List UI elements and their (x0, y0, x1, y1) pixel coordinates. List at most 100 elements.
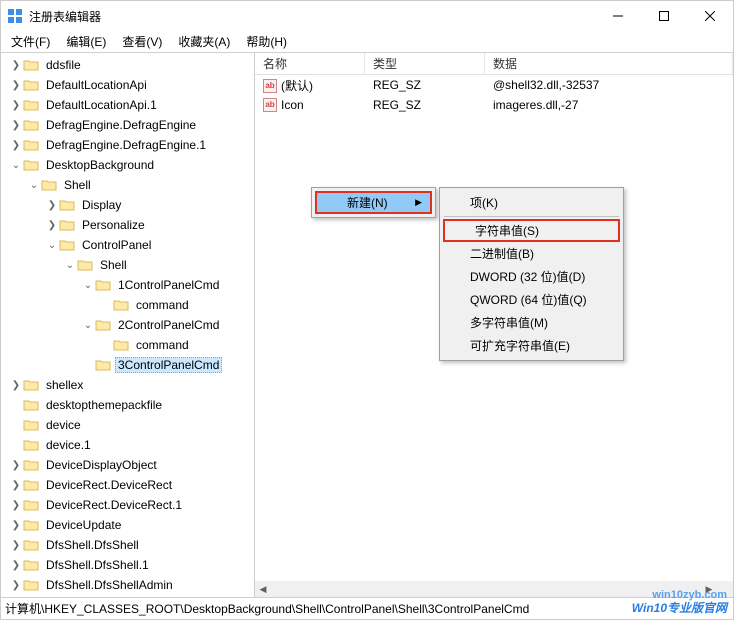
cm-dword[interactable]: DWORD (32 位)值(D) (440, 265, 623, 288)
cm-string[interactable]: 字符串值(S) (443, 219, 620, 242)
tree-node[interactable]: 3ControlPanelCmd (1, 355, 254, 375)
value-name: Icon (281, 98, 304, 112)
menu-view[interactable]: 查看(V) (114, 31, 170, 52)
expand-icon[interactable]: ❯ (9, 140, 23, 151)
expand-icon[interactable]: ❯ (9, 100, 23, 111)
col-name[interactable]: 名称 (255, 53, 365, 74)
expand-icon[interactable]: ❯ (9, 500, 23, 511)
statusbar: 计算机\HKEY_CLASSES_ROOT\DesktopBackground\… (1, 597, 733, 619)
menu-help[interactable]: 帮助(H) (238, 31, 295, 52)
scroll-left-button[interactable]: ◀ (255, 581, 271, 597)
regedit-icon (7, 8, 23, 24)
tree-node[interactable]: command (1, 335, 254, 355)
expand-icon[interactable]: ❯ (9, 460, 23, 471)
expand-icon[interactable]: ⌄ (81, 320, 95, 331)
col-data[interactable]: 数据 (485, 53, 733, 74)
context-submenu[interactable]: 项(K) 字符串值(S) 二进制值(B) DWORD (32 位)值(D) QW… (439, 187, 624, 361)
string-value-icon: ab (263, 79, 277, 93)
value-name: (默认) (281, 79, 313, 93)
maximize-button[interactable] (641, 1, 687, 31)
tree-node[interactable]: ❯Display (1, 195, 254, 215)
tree-node[interactable]: ⌄Shell (1, 175, 254, 195)
tree-label: device.1 (43, 437, 94, 453)
tree-node[interactable]: ❯DefragEngine.DefragEngine.1 (1, 135, 254, 155)
tree-node[interactable]: ❯ DeviceRect.DeviceRect (1, 475, 254, 495)
tree-node[interactable]: ⌄ ControlPanel (1, 235, 254, 255)
tree-node[interactable]: ❯DfsShell.DfsShell.1 (1, 555, 254, 575)
tree-node[interactable]: ❯DefragEngine.DefragEngine (1, 115, 254, 135)
tree-node[interactable]: ❯ DeviceDisplayObject (1, 455, 254, 475)
tree-node[interactable]: ⌄ 1ControlPanelCmd (1, 275, 254, 295)
cm-binary[interactable]: 二进制值(B) (440, 242, 623, 265)
cm-separator (444, 216, 619, 217)
tree-node[interactable]: ⌄Shell (1, 255, 254, 275)
expand-icon[interactable]: ⌄ (63, 260, 77, 271)
expand-icon[interactable]: ❯ (9, 380, 23, 391)
tree-node[interactable]: ❯ddsfile (1, 55, 254, 75)
expand-icon[interactable]: ❯ (9, 520, 23, 531)
tree-label: DeviceRect.DeviceRect (43, 477, 175, 493)
cm-new-label: 新建(N) (347, 194, 388, 211)
tree-node[interactable]: ⌄DesktopBackground (1, 155, 254, 175)
expand-icon[interactable]: ❯ (45, 220, 59, 231)
tree-label: shellex (43, 377, 86, 393)
tree-node[interactable]: ❯DfsShell.DfsShell (1, 535, 254, 555)
window-title: 注册表编辑器 (29, 8, 595, 25)
tree-label: 2ControlPanelCmd (115, 317, 222, 333)
cm-multi[interactable]: 多字符串值(M) (440, 311, 623, 334)
tree-node[interactable]: command (1, 295, 254, 315)
tree-node[interactable]: ❯ DefaultLocationApi.1 (1, 95, 254, 115)
menu-edit[interactable]: 编辑(E) (58, 31, 114, 52)
submenu-arrow-icon: ▶ (415, 197, 422, 208)
cm-key[interactable]: 项(K) (440, 191, 623, 214)
expand-icon[interactable]: ❯ (9, 580, 23, 591)
scroll-right-button[interactable]: ▶ (701, 581, 717, 597)
tree-label: command (133, 337, 192, 353)
expand-icon[interactable]: ❯ (9, 120, 23, 131)
tree-node[interactable]: ⌄ 2ControlPanelCmd (1, 315, 254, 335)
cm-qword[interactable]: QWORD (64 位)值(Q) (440, 288, 623, 311)
tree-node[interactable]: device (1, 415, 254, 435)
h-scrollbar[interactable]: ◀ ▶ (255, 581, 717, 597)
context-menu[interactable]: 新建(N) ▶ (311, 187, 436, 218)
value-type: REG_SZ (365, 78, 485, 92)
expand-icon[interactable]: ⌄ (45, 240, 59, 251)
cm-expand[interactable]: 可扩充字符串值(E) (440, 334, 623, 357)
close-button[interactable] (687, 1, 733, 31)
expand-icon[interactable]: ❯ (9, 540, 23, 551)
tree-node[interactable]: ❯DefaultLocationApi (1, 75, 254, 95)
menu-file[interactable]: 文件(F) (3, 31, 58, 52)
tree-label: 3ControlPanelCmd (115, 357, 222, 373)
expand-icon[interactable]: ⌄ (81, 280, 95, 291)
tree-label: ControlPanel (79, 237, 154, 253)
cm-new[interactable]: 新建(N) ▶ (315, 191, 432, 214)
status-path: 计算机\HKEY_CLASSES_ROOT\DesktopBackground\… (5, 600, 529, 617)
expand-icon[interactable]: ❯ (9, 480, 23, 491)
expand-icon[interactable]: ❯ (9, 560, 23, 571)
tree-node[interactable]: ❯Personalize (1, 215, 254, 235)
tree-node[interactable]: ❯ DfsShell.DfsShellAdmin (1, 575, 254, 595)
tree-label: device (43, 417, 84, 433)
expand-icon[interactable]: ❯ (9, 80, 23, 91)
list-row[interactable]: ab(默认)REG_SZ@shell32.dll,-32537 (255, 75, 733, 95)
tree-node[interactable]: device.1 (1, 435, 254, 455)
tree-pane[interactable]: ❯ddsfile❯DefaultLocationApi❯DefaultLocat… (1, 53, 255, 597)
tree-label: 1ControlPanelCmd (115, 277, 222, 293)
tree-node[interactable]: ❯DeviceUpdate (1, 515, 254, 535)
tree-label: DefaultLocationApi.1 (43, 97, 160, 113)
list-row[interactable]: abIconREG_SZimageres.dll,-27 (255, 95, 733, 115)
string-value-icon: ab (263, 98, 277, 112)
tree-label: DeviceDisplayObject (43, 457, 160, 473)
tree-node[interactable]: desktopthemepackfile (1, 395, 254, 415)
col-type[interactable]: 类型 (365, 53, 485, 74)
menu-favorites[interactable]: 收藏夹(A) (170, 31, 238, 52)
expand-icon[interactable]: ⌄ (27, 180, 41, 191)
minimize-button[interactable] (595, 1, 641, 31)
tree-node[interactable]: ❯DeviceRect.DeviceRect.1 (1, 495, 254, 515)
expand-icon[interactable]: ❯ (45, 200, 59, 211)
tree-node[interactable]: ❯ shellex (1, 375, 254, 395)
tree-label: DfsShell.DfsShellAdmin (43, 577, 176, 593)
expand-icon[interactable]: ❯ (9, 60, 23, 71)
scroll-track[interactable] (271, 581, 701, 597)
expand-icon[interactable]: ⌄ (9, 160, 23, 171)
